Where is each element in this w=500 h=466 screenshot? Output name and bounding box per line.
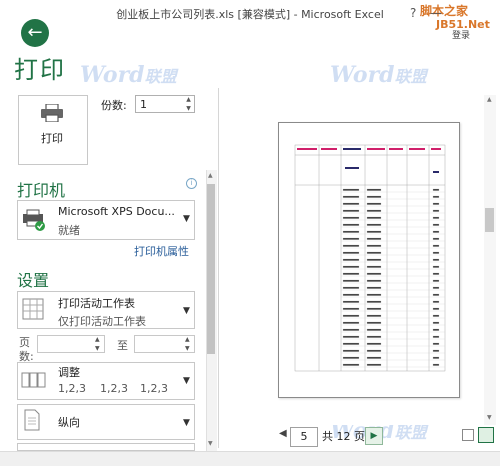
preview-sheet xyxy=(294,144,446,372)
printer-status: 就绪 xyxy=(58,224,80,237)
print-button-label: 打印 xyxy=(41,132,63,145)
settings-scroll-thumb[interactable] xyxy=(207,184,215,354)
copies-label: 份数: xyxy=(101,99,127,112)
collate-seq-2: 1,2,3 xyxy=(100,382,128,395)
collate-icon xyxy=(21,372,46,388)
printer-properties-link[interactable]: 打印机属性 xyxy=(134,243,189,259)
total-pages: 共 12 页 xyxy=(322,430,365,443)
login-link[interactable]: 登录 xyxy=(452,28,470,41)
chevron-down-icon: ▼ xyxy=(183,418,190,428)
chevron-down-icon: ▼ xyxy=(183,214,190,224)
watermark-word: Word联盟 xyxy=(330,62,427,88)
scroll-up-icon[interactable]: ▲ xyxy=(487,96,492,103)
minimize-button[interactable]: — xyxy=(430,6,442,20)
collate-title: 调整 xyxy=(58,366,80,379)
back-arrow-icon[interactable]: ← xyxy=(21,19,49,47)
help-button[interactable]: ? xyxy=(410,6,416,20)
current-page-input[interactable]: 5 xyxy=(290,427,318,447)
collate-seq-1: 1,2,3 xyxy=(58,382,86,395)
preview-scroll-thumb[interactable] xyxy=(485,208,494,232)
status-bar xyxy=(0,451,500,466)
page-title: 打印 xyxy=(14,56,66,84)
chevron-down-icon: ▼ xyxy=(183,306,190,316)
next-page-icon[interactable]: ▶ xyxy=(365,427,383,445)
next-setting-card[interactable] xyxy=(17,443,195,451)
scroll-down-icon[interactable]: ▼ xyxy=(487,414,492,421)
to-label: 至 xyxy=(117,339,128,352)
printer-ready-icon xyxy=(23,209,45,231)
show-margins-icon[interactable] xyxy=(462,429,474,441)
worksheet-icon xyxy=(22,298,44,320)
zoom-to-page-icon[interactable] xyxy=(478,427,494,443)
settings-section-title: 设置 xyxy=(17,271,50,290)
pages-from-spinner[interactable]: ▲ ▼ xyxy=(95,335,100,353)
pages-to-spinner[interactable]: ▲ ▼ xyxy=(185,335,190,353)
scroll-down-icon[interactable]: ▼ xyxy=(208,440,213,447)
chevron-down-icon: ▼ xyxy=(183,376,190,386)
info-icon[interactable]: i xyxy=(186,178,197,189)
prev-page-icon[interactable]: ◀ xyxy=(279,428,287,439)
orientation-label: 纵向 xyxy=(58,416,80,429)
preview-page xyxy=(278,122,460,398)
brand-watermark-top: 脚本之家 xyxy=(420,4,469,18)
scroll-up-icon[interactable]: ▲ xyxy=(208,172,213,179)
preview-scrollbar[interactable] xyxy=(484,95,496,425)
watermark-word: Word联盟 xyxy=(80,62,177,88)
copies-spinner[interactable]: ▲ ▼ xyxy=(182,95,195,113)
printer-icon xyxy=(41,104,63,122)
printer-section-title: 打印机 xyxy=(17,181,66,200)
printer-name: Microsoft XPS Docu... xyxy=(58,205,175,218)
collate-seq-3: 1,2,3 xyxy=(140,382,168,395)
orientation-dropdown[interactable] xyxy=(17,404,195,440)
portrait-icon xyxy=(24,409,40,431)
scope-title: 打印活动工作表 xyxy=(58,297,135,310)
scope-subtitle: 仅打印活动工作表 xyxy=(58,315,146,328)
